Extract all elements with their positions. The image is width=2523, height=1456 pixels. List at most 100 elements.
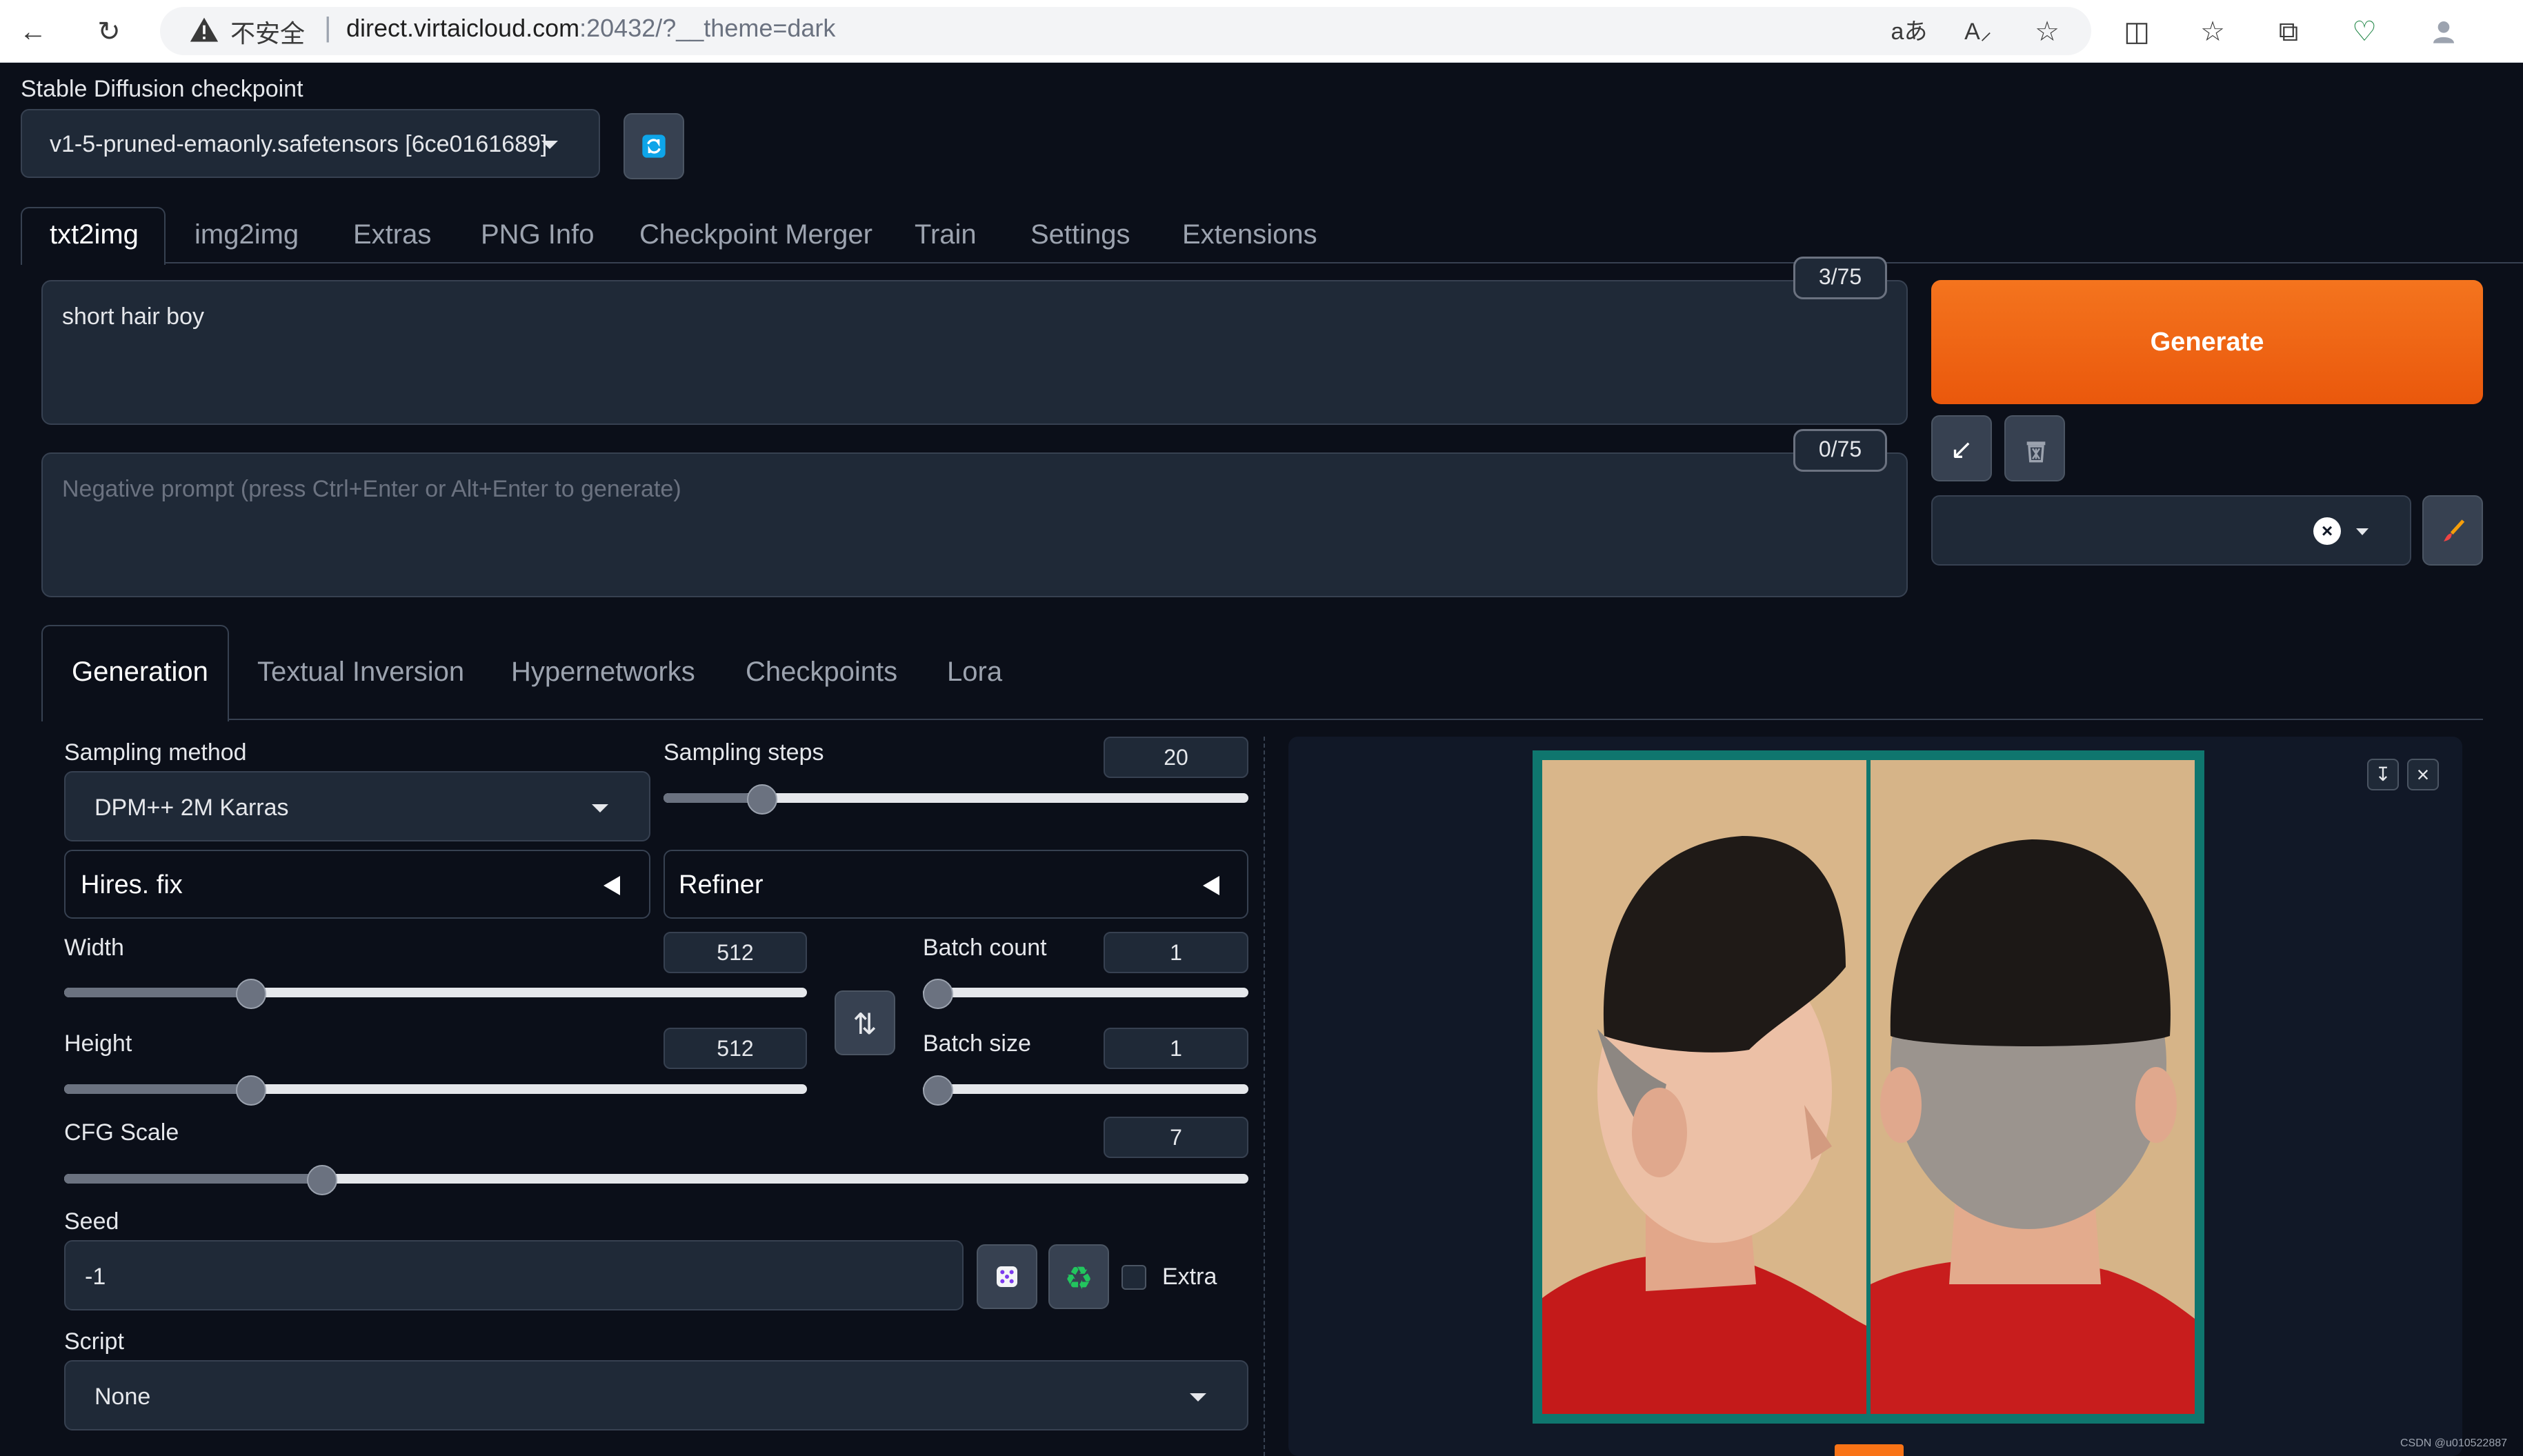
checkpoint-label: Stable Diffusion checkpoint <box>21 76 303 102</box>
slider-thumb[interactable] <box>307 1165 338 1195</box>
cfg-scale-slider[interactable] <box>64 1165 1248 1195</box>
chevron-down-icon <box>541 141 558 149</box>
batch-size-input[interactable]: 1 <box>1104 1028 1248 1069</box>
sampling-steps-label: Sampling steps <box>664 739 824 766</box>
tab-hypernetworks[interactable]: Hypernetworks <box>511 657 695 688</box>
sampling-method-value: DPM++ 2M Karras <box>94 795 289 821</box>
batch-count-slider[interactable] <box>923 979 1248 1009</box>
browser-essentials-icon[interactable]: ♡ <box>2345 12 2384 51</box>
refiner-accordion[interactable]: Refiner <box>664 850 1248 919</box>
batch-size-label: Batch size <box>923 1030 1031 1057</box>
clear-prompt-button[interactable] <box>2004 415 2065 481</box>
slider-thumb[interactable] <box>235 979 266 1009</box>
generation-tab-bar: Generation Textual Inversion Hypernetwor… <box>41 625 2483 721</box>
slider-fill <box>664 793 752 803</box>
download-icon[interactable]: ↧ <box>2367 759 2399 790</box>
generated-image[interactable] <box>1533 750 2204 1424</box>
slider-thumb[interactable] <box>923 979 953 1009</box>
tab-settings[interactable]: Settings <box>1030 219 1130 250</box>
script-label: Script <box>64 1328 124 1355</box>
warning-icon <box>190 17 219 42</box>
seed-input[interactable]: -1 <box>64 1240 964 1310</box>
favorites-list-icon[interactable]: ☆ <box>2193 12 2232 51</box>
url-text[interactable]: direct.virtaicloud.com:20432/?__theme=da… <box>346 14 835 43</box>
hires-fix-label: Hires. fix <box>81 870 183 899</box>
slider-fill <box>64 1084 243 1094</box>
reuse-seed-button[interactable]: ♻ <box>1048 1244 1109 1309</box>
close-icon[interactable]: × <box>2407 759 2439 790</box>
tab-img2img[interactable]: img2img <box>195 219 299 250</box>
script-dropdown[interactable]: None <box>64 1360 1248 1430</box>
slider-thumb[interactable] <box>747 784 778 815</box>
edit-styles-button[interactable] <box>2422 495 2483 566</box>
slider-thumb[interactable] <box>235 1075 266 1106</box>
chevron-down-icon <box>592 804 608 812</box>
sub-tab-divider <box>228 719 2483 720</box>
random-seed-button[interactable] <box>977 1244 1037 1309</box>
sampling-method-label: Sampling method <box>64 739 247 766</box>
styles-dropdown[interactable]: × <box>1931 495 2411 566</box>
refiner-label: Refiner <box>679 870 764 899</box>
clear-selection-icon[interactable]: × <box>2313 517 2341 545</box>
tab-extensions[interactable]: Extensions <box>1182 219 1317 250</box>
sampling-method-dropdown[interactable]: DPM++ 2M Karras <box>64 771 650 841</box>
trash-icon <box>2026 441 2046 463</box>
batch-count-input[interactable]: 1 <box>1104 932 1248 973</box>
refresh-icon[interactable]: ↻ <box>90 12 128 51</box>
collections-icon[interactable]: ⧉ <box>2269 12 2308 51</box>
browser-toolbar: ← ↻ 不安全 | direct.virtaicloud.com:20432/?… <box>0 0 2523 63</box>
chevron-down-icon <box>2356 528 2369 535</box>
back-arrow-icon[interactable]: ← <box>14 12 52 51</box>
checkpoint-dropdown[interactable]: v1-5-pruned-emaonly.safetensors [6ce0161… <box>21 109 600 178</box>
height-slider[interactable] <box>64 1075 807 1106</box>
prompt-token-counter: 3/75 <box>1793 257 1887 299</box>
script-value: None <box>94 1384 151 1410</box>
main-tab-bar: txt2img img2img Extras PNG Info Checkpoi… <box>21 207 2523 265</box>
sampling-steps-input[interactable]: 20 <box>1104 737 1248 778</box>
tab-checkpoints[interactable]: Checkpoints <box>746 657 897 688</box>
split-screen-icon[interactable]: ◫ <box>2117 12 2156 51</box>
tab-checkpoint-merger[interactable]: Checkpoint Merger <box>639 219 872 250</box>
profile-avatar-icon[interactable] <box>2424 12 2463 51</box>
tab-generation[interactable]: Generation <box>72 657 208 688</box>
width-slider[interactable] <box>64 979 807 1009</box>
insecure-label: 不安全 <box>230 19 306 48</box>
tab-textual-inversion[interactable]: Textual Inversion <box>257 657 464 688</box>
seed-label: Seed <box>64 1208 119 1235</box>
batch-count-label: Batch count <box>923 935 1047 961</box>
negative-prompt-textarea[interactable]: Negative prompt (press Ctrl+Enter or Alt… <box>41 452 1908 597</box>
favorite-star-icon[interactable]: ☆ <box>2028 12 2066 51</box>
negative-prompt-placeholder: Negative prompt (press Ctrl+Enter or Alt… <box>62 476 681 502</box>
slider-fill <box>64 1174 313 1184</box>
extra-label: Extra <box>1162 1264 1217 1290</box>
tab-lora[interactable]: Lora <box>947 657 1002 688</box>
slider-thumb[interactable] <box>923 1075 953 1106</box>
extra-seed-checkbox[interactable] <box>1121 1265 1146 1290</box>
width-label: Width <box>64 935 124 961</box>
prompt-textarea[interactable]: short hair boy <box>41 280 1908 425</box>
refresh-checkpoints-button[interactable] <box>624 113 684 179</box>
watermark-text: CSDN @u010522887 <box>2400 1437 2508 1449</box>
batch-size-slider[interactable] <box>923 1075 1248 1106</box>
generate-button[interactable]: Generate <box>1931 280 2483 404</box>
translate-icon[interactable]: aあ <box>1890 12 1928 51</box>
tab-txt2img[interactable]: txt2img <box>50 219 139 250</box>
checkpoint-value: v1-5-pruned-emaonly.safetensors [6ce0161… <box>50 131 548 157</box>
height-input[interactable]: 512 <box>664 1028 807 1069</box>
height-label: Height <box>64 1030 132 1057</box>
gallery-thumbnail[interactable] <box>1835 1444 1904 1456</box>
sampling-steps-slider[interactable] <box>664 784 1248 815</box>
swap-dimensions-button[interactable]: ⇅ <box>835 990 895 1055</box>
hires-fix-accordion[interactable]: Hires. fix <box>64 850 650 919</box>
generated-image-illustration <box>1542 760 2195 1414</box>
width-input[interactable]: 512 <box>664 932 807 973</box>
cfg-scale-input[interactable]: 7 <box>1104 1117 1248 1158</box>
tab-train[interactable]: Train <box>915 219 977 250</box>
tab-extras[interactable]: Extras <box>353 219 431 250</box>
seed-value: -1 <box>85 1264 106 1290</box>
read-aloud-icon[interactable]: A⸝ <box>1959 12 1997 51</box>
read-generation-params-button[interactable]: ↙ <box>1931 415 1992 481</box>
tab-png-info[interactable]: PNG Info <box>481 219 595 250</box>
panel-divider <box>1264 737 1265 1456</box>
cfg-scale-label: CFG Scale <box>64 1119 179 1146</box>
